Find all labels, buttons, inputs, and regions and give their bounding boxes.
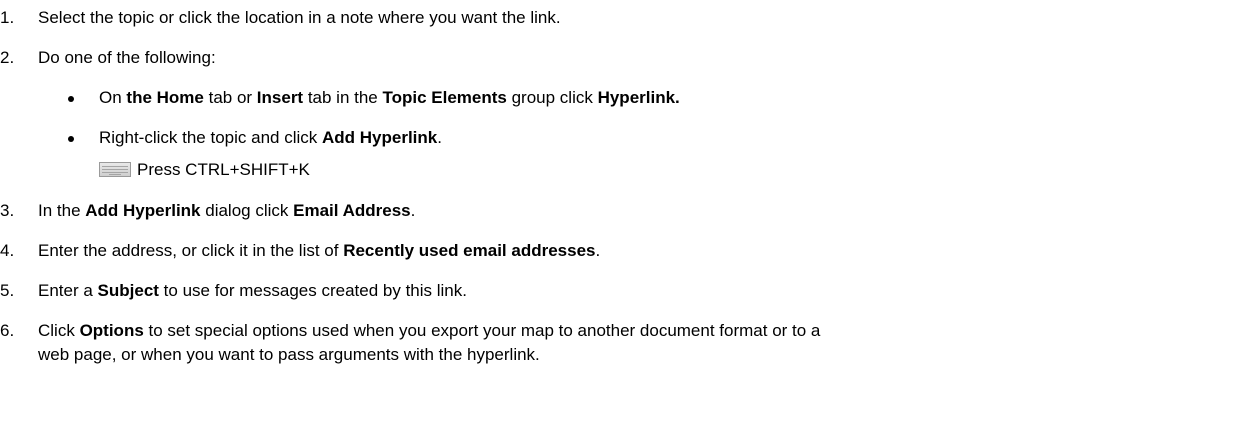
text-run: group click	[506, 88, 598, 107]
step-text: In the Add Hyperlink dialog click Email …	[38, 199, 415, 223]
text-run: Enter a	[38, 281, 98, 300]
text-run: In the	[38, 201, 86, 220]
step-4: 4. Enter the address, or click it in the…	[0, 239, 1256, 263]
shortcut-text: Press CTRL+SHIFT+K	[137, 160, 310, 179]
bullet-text: Right-click the topic and click Add Hype…	[99, 126, 442, 150]
text-run: to set special options used when you exp…	[143, 321, 821, 340]
text-run: tab in the	[303, 88, 383, 107]
bold-term: Hyperlink.	[597, 88, 680, 107]
text-run: to use for messages created by this link…	[158, 281, 467, 300]
text-run: .	[437, 128, 442, 147]
bullet-item: Right-click the topic and click Add Hype…	[0, 126, 1256, 150]
keyboard-shortcut: Press CTRL+SHIFT+K	[0, 158, 1256, 182]
step-text: Select the topic or click the location i…	[38, 6, 561, 30]
text-run: tab or	[203, 88, 257, 107]
step-2: 2. Do one of the following:	[0, 46, 1256, 70]
text-run: Select the topic or click the location i…	[38, 8, 561, 27]
text-run: On	[99, 88, 127, 107]
text-run: .	[410, 201, 416, 220]
step-number: 5.	[0, 281, 15, 300]
bullet-item: On the Home tab or Insert tab in the Top…	[0, 86, 1256, 110]
bullet-dot	[68, 136, 74, 142]
bold-term: Recently used email addresses	[343, 241, 596, 260]
bullet-dot	[68, 96, 74, 102]
step-text: Enter a Subject to use for messages crea…	[38, 279, 467, 303]
bold-term: Add Hyperlink	[85, 201, 201, 220]
text-run: Click	[38, 321, 80, 340]
step-5: 5. Enter a Subject to use for messages c…	[0, 279, 1256, 303]
step-number: 1.	[0, 8, 15, 27]
bold-term: Insert	[256, 88, 304, 107]
step-text: Do one of the following:	[38, 46, 216, 70]
step-6: 6. Click Options to set special options …	[0, 319, 1256, 343]
step-6-continuation: web page, or when you want to pass argum…	[0, 343, 1256, 367]
bold-term: the Home	[126, 88, 204, 107]
step-number: 2.	[0, 48, 15, 67]
text-run: Enter the address, or click it in the li…	[38, 241, 344, 260]
bullet-text: On the Home tab or Insert tab in the Top…	[99, 86, 680, 110]
text-run: dialog click	[200, 201, 294, 220]
step-text: Click Options to set special options use…	[38, 319, 820, 343]
text-run: Do one of the following:	[38, 48, 216, 67]
step-1: 1. Select the topic or click the locatio…	[0, 6, 1256, 30]
bold-term: Topic Elements	[382, 88, 507, 107]
bold-term: Add Hyperlink	[321, 128, 438, 147]
bold-term: Email Address	[293, 201, 411, 220]
step-number: 4.	[0, 241, 15, 260]
instructions-document: 1. Select the topic or click the locatio…	[0, 0, 1256, 437]
keyboard-icon	[99, 162, 131, 177]
bold-term: Options	[79, 321, 144, 340]
step-number: 3.	[0, 201, 15, 220]
text-run: .	[595, 241, 601, 260]
step-text: Enter the address, or click it in the li…	[38, 239, 600, 263]
step-text-continuation: web page, or when you want to pass argum…	[38, 345, 540, 364]
step-3: 3. In the Add Hyperlink dialog click Ema…	[0, 199, 1256, 223]
text-run: Right-click the topic and click	[99, 128, 322, 147]
bold-term: Subject	[97, 281, 159, 300]
step-number: 6.	[0, 321, 15, 340]
